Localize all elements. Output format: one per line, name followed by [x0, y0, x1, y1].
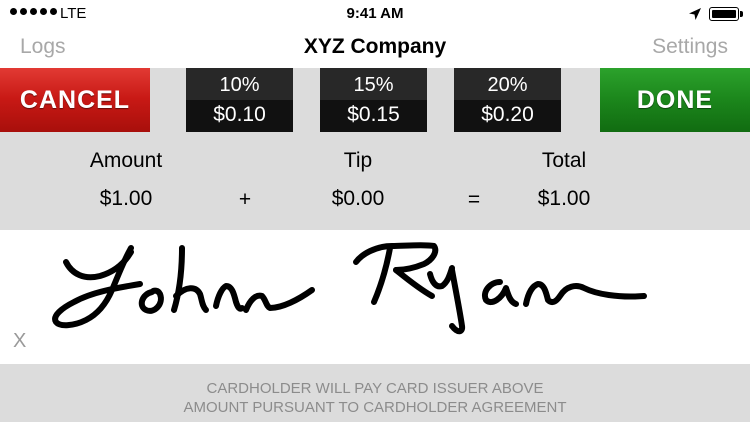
tip-10-percent-button[interactable]: 10% $0.10	[186, 68, 293, 132]
cancel-button[interactable]: CANCEL	[0, 68, 150, 132]
tip-amount-label: $0.10	[213, 103, 266, 126]
tip-amount-label: $0.20	[481, 103, 534, 126]
done-button[interactable]: DONE	[600, 68, 750, 132]
disclaimer-text: CARDHOLDER WILL PAY CARD ISSUER ABOVE AM…	[0, 379, 750, 417]
total-label: Total	[541, 149, 587, 172]
tip-20-percent-button[interactable]: 20% $0.20	[454, 68, 561, 132]
signature-x-mark: X	[13, 330, 27, 352]
total-value: $1.00	[537, 187, 591, 210]
handwritten-signature	[52, 242, 647, 335]
tip-percent-label: 20%	[487, 74, 528, 96]
action-bar: CANCEL 10% $0.10 15% $0.15 20% $0.20 DON…	[0, 68, 750, 132]
tip-value: $0.00	[331, 187, 385, 210]
signature-pad[interactable]: X	[0, 230, 750, 364]
tip-percent-label: 15%	[353, 74, 394, 96]
status-time: 9:41 AM	[346, 5, 404, 22]
tip-15-percent-button[interactable]: 15% $0.15	[320, 68, 427, 132]
battery-icon	[709, 7, 745, 21]
tip-percent-label: 10%	[219, 74, 260, 96]
disclaimer-line-2: AMOUNT PURSUANT TO CARDHOLDER AGREEMENT	[183, 399, 567, 416]
tip-amount-label: $0.15	[347, 103, 400, 126]
amount-value: $1.00	[99, 187, 153, 210]
location-arrow-icon	[689, 8, 701, 20]
plus-sign: +	[238, 188, 252, 211]
tip-label: Tip	[343, 149, 373, 172]
disclaimer-line-1: CARDHOLDER WILL PAY CARD ISSUER ABOVE	[206, 380, 544, 397]
settings-button[interactable]: Settings	[652, 35, 728, 59]
navigation-bar: Logs XYZ Company Settings	[0, 30, 750, 68]
amount-label: Amount	[89, 149, 163, 172]
payment-summary: Amount $1.00 + Tip $0.00 = Total $1.00	[0, 132, 750, 230]
status-bar: LTE 9:41 AM	[0, 0, 750, 30]
disclaimer-footer: CARDHOLDER WILL PAY CARD ISSUER ABOVE AM…	[0, 364, 750, 422]
page-title: XYZ Company	[303, 35, 447, 58]
